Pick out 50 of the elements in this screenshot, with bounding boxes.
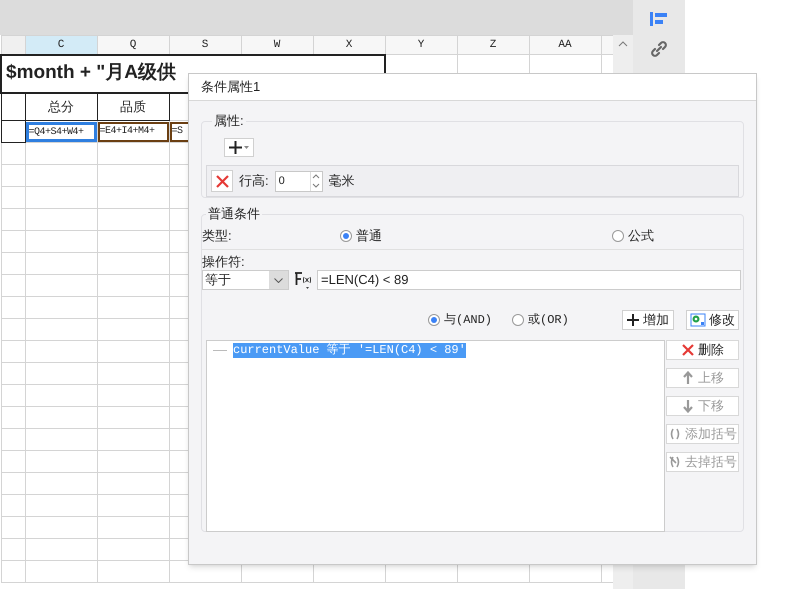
- parentheses-icon: [668, 455, 682, 469]
- condition-value-field[interactable]: =LEN(C4) < 89: [317, 270, 741, 290]
- column-header[interactable]: X: [313, 36, 385, 54]
- table-cell: 品质: [120, 99, 146, 114]
- type-option[interactable]: 普通: [340, 226, 382, 246]
- plus-icon: [627, 314, 639, 326]
- modify-button[interactable]: 修改: [686, 310, 739, 330]
- radio-button[interactable]: [612, 230, 624, 242]
- add-button[interactable]: 增加: [622, 310, 674, 330]
- close-icon: [681, 343, 696, 357]
- down-arrow-icon: [681, 399, 696, 413]
- dialog-title: 条件属性1: [189, 74, 756, 101]
- column-header[interactable]: C: [25, 36, 97, 54]
- column-header[interactable]: S: [169, 36, 241, 54]
- delete-button[interactable]: [211, 170, 233, 192]
- radio-button[interactable]: [512, 314, 524, 326]
- chevron-down-icon: [274, 278, 283, 282]
- type-option[interactable]: 公式: [612, 226, 654, 246]
- logic-option[interactable]: 或(OR): [512, 311, 569, 329]
- operator-select[interactable]: 等于: [202, 270, 289, 290]
- report-title: $month + "月A级供: [6, 62, 176, 84]
- column-header[interactable]: Q: [97, 36, 169, 54]
- plus-icon: [229, 141, 242, 154]
- parentheses-icon: [668, 427, 682, 441]
- radio-button[interactable]: [428, 314, 440, 326]
- row-height-spinner[interactable]: 0: [274, 170, 323, 192]
- logic-option[interactable]: 与(AND): [428, 311, 492, 329]
- up-arrow-icon: [681, 371, 696, 385]
- scroll-up-icon[interactable]: [618, 41, 628, 47]
- add-dropdown-button[interactable]: [224, 138, 254, 157]
- unit-label: 毫米: [328, 172, 355, 190]
- caret-icon: [244, 146, 249, 149]
- side-button[interactable]: 删除: [666, 340, 739, 360]
- column-header[interactable]: Y: [385, 36, 457, 54]
- layers-icon[interactable]: [649, 10, 669, 28]
- formula-cell[interactable]: =E4+I4+M4+: [98, 122, 168, 142]
- row-height-label: 行高:: [239, 172, 269, 190]
- column-header[interactable]: AA: [529, 36, 601, 54]
- column-header[interactable]: Z: [457, 36, 529, 54]
- column-header[interactable]: W: [241, 36, 313, 54]
- type-label: 类型:: [202, 227, 233, 246]
- radio-button[interactable]: [340, 230, 352, 242]
- operator-label: 操作符:: [202, 253, 246, 270]
- formula-icon[interactable]: [293, 270, 313, 290]
- section-label: 属性:: [212, 113, 246, 129]
- table-cell: 总分: [48, 99, 74, 114]
- formula-cell[interactable]: =Q4+S4+W4+: [26, 122, 96, 142]
- section-label: 普通条件: [206, 206, 262, 222]
- close-icon: [216, 174, 228, 188]
- link-icon[interactable]: [650, 40, 668, 58]
